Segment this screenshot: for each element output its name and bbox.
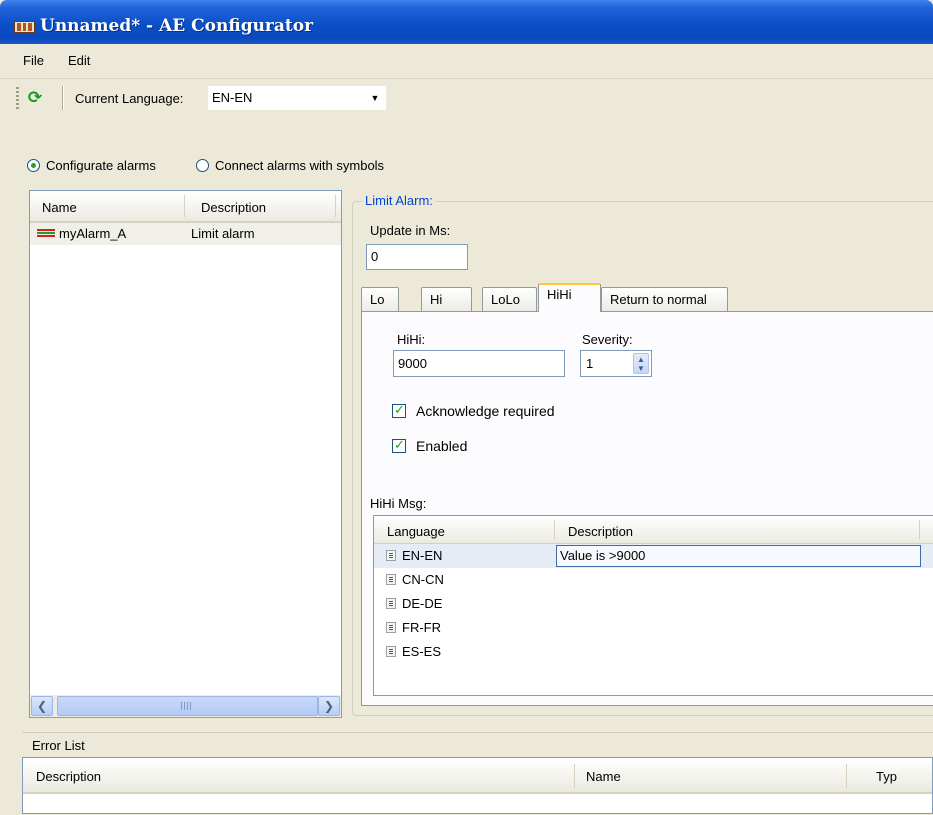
toolbar-separator [62, 86, 64, 110]
column-divider[interactable] [919, 520, 920, 539]
column-header-description[interactable]: Description [568, 516, 633, 547]
msg-row[interactable]: CN-CN [374, 568, 933, 592]
column-header-description[interactable]: Description [201, 191, 266, 221]
chevron-down-icon[interactable]: ▼ [368, 88, 382, 108]
error-list-title: Error List [32, 738, 85, 753]
msg-row-language: CN-CN [402, 572, 444, 587]
alarm-row[interactable]: myAlarm_A Limit alarm [30, 223, 341, 245]
column-header-language[interactable]: Language [387, 516, 445, 547]
row-icon [386, 574, 396, 585]
msg-row-language: ES-ES [402, 644, 442, 659]
msg-grid-header: Language Description [374, 516, 933, 545]
error-list-header: Description Name Typ [23, 758, 932, 794]
window-title: Unnamed* - AE Configurator [40, 16, 314, 36]
column-divider[interactable] [846, 764, 847, 788]
enabled-label[interactable]: Enabled [416, 437, 467, 455]
spin-down-icon[interactable]: ▼ [634, 364, 648, 373]
horizontal-scrollbar[interactable]: ❮ ❯ [30, 695, 341, 717]
alarm-icon-stripe [37, 232, 55, 234]
row-icon [386, 550, 396, 561]
scrollbar-thumb[interactable] [57, 696, 318, 716]
refresh-icon[interactable]: ⟳ [25, 89, 45, 107]
scroll-right-icon[interactable]: ❯ [318, 696, 340, 716]
tab-return-to-normal[interactable]: Return to normal [601, 287, 728, 311]
msg-row[interactable]: FR-FR [374, 616, 933, 640]
acknowledge-checkbox[interactable]: ✓ [392, 402, 406, 418]
error-list-grid[interactable]: Description Name Typ [22, 757, 933, 814]
update-label: Update in Ms: [370, 223, 451, 238]
connect-alarms-radio[interactable] [196, 159, 209, 172]
language-select[interactable]: EN-EN ▼ [208, 86, 386, 110]
column-divider[interactable] [554, 520, 555, 539]
update-ms-input[interactable]: 0 [366, 244, 468, 270]
alarm-icon-stripe [37, 229, 55, 231]
configurate-alarms-radio[interactable] [27, 159, 40, 172]
hihi-value-input[interactable]: 9000 [393, 350, 565, 377]
column-divider[interactable] [574, 764, 575, 788]
configurate-alarms-label[interactable]: Configurate alarms [46, 157, 156, 175]
severity-value: 1 [586, 356, 594, 371]
spin-up-icon[interactable]: ▲ [634, 355, 648, 364]
hihi-msg-grid[interactable]: Language Description EN-EN Value is >900… [373, 515, 933, 696]
menu-edit[interactable]: Edit [64, 50, 94, 72]
enabled-checkbox[interactable]: ✓ [392, 437, 406, 453]
hihi-label: HiHi: [397, 332, 426, 347]
column-header-name[interactable]: Name [42, 191, 77, 221]
language-select-value: EN-EN [212, 90, 253, 105]
msg-row-language: EN-EN [402, 548, 443, 563]
scroll-left-icon[interactable]: ❮ [31, 696, 53, 716]
acknowledge-label[interactable]: Acknowledge required [416, 402, 555, 420]
menu-file[interactable]: File [19, 50, 48, 72]
column-header-name[interactable]: Name [586, 758, 621, 796]
column-divider[interactable] [335, 195, 336, 217]
severity-stepper[interactable]: 1 ▲ ▼ [580, 350, 652, 377]
alarm-icon [37, 229, 55, 239]
column-divider[interactable] [184, 195, 185, 217]
grip-icon [181, 702, 191, 710]
severity-label: Severity: [582, 332, 633, 347]
msg-row[interactable]: ES-ES [374, 640, 933, 664]
limit-alarm-title: Limit Alarm: [362, 192, 436, 210]
msg-row[interactable]: EN-EN Value is >9000 [374, 544, 933, 568]
check-icon: ✓ [394, 437, 405, 452]
tab-lolo[interactable]: LoLo [482, 287, 537, 311]
alarm-list-header: Name Description [30, 191, 341, 223]
column-header-typ[interactable]: Typ [876, 758, 897, 796]
alarm-name: myAlarm_A [59, 226, 127, 241]
alarm-icon-stripe [37, 235, 55, 237]
app-icon [14, 21, 35, 33]
tab-lo[interactable]: Lo [361, 287, 399, 311]
msg-description-input[interactable]: Value is >9000 [556, 545, 921, 567]
menu-bar [0, 44, 933, 79]
check-icon: ✓ [394, 402, 405, 417]
current-language-label: Current Language: [75, 91, 184, 106]
toolbar-grip[interactable] [16, 87, 19, 109]
tab-hi[interactable]: Hi [421, 287, 472, 311]
alarm-description: Limit alarm [191, 226, 255, 241]
row-icon [386, 622, 396, 633]
hihi-msg-label: HiHi Msg: [370, 496, 427, 511]
row-icon [386, 646, 396, 657]
msg-row-language: DE-DE [402, 596, 443, 611]
column-header-description[interactable]: Description [36, 758, 101, 796]
msg-row-language: FR-FR [402, 620, 441, 635]
alarm-list[interactable]: Name Description myAlarm_A Limit alarm ❮… [29, 190, 342, 718]
radio-selected-dot [31, 163, 36, 168]
tab-hihi[interactable]: HiHi [538, 283, 601, 312]
msg-row[interactable]: DE-DE [374, 592, 933, 616]
row-icon [386, 598, 396, 609]
connect-alarms-label[interactable]: Connect alarms with symbols [215, 157, 384, 175]
spin-buttons[interactable]: ▲ ▼ [633, 353, 649, 374]
